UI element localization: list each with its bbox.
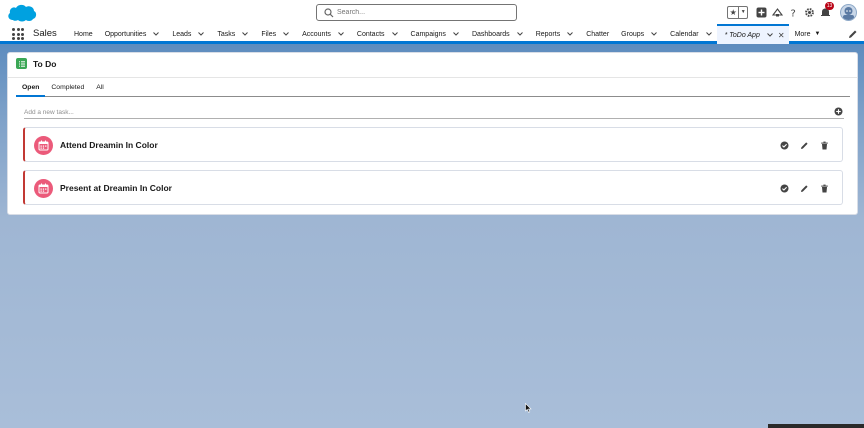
nav-items: Home Opportunities Leads Tasks Files Accounts… — [66, 24, 824, 44]
chevron-down-icon[interactable] — [391, 30, 399, 38]
delete-trash-icon[interactable] — [819, 183, 829, 193]
search-input[interactable] — [337, 7, 507, 18]
chevron-down-icon[interactable] — [766, 31, 774, 39]
nav-item-label: Opportunities — [104, 30, 147, 38]
global-search[interactable] — [316, 4, 517, 21]
delete-trash-icon[interactable] — [819, 140, 829, 150]
task-item: Attend Dreamin In Color — [23, 127, 843, 162]
trailhead-guidance-icon[interactable] — [770, 5, 784, 19]
nav-item-label: Tasks — [217, 30, 236, 38]
chevron-down-icon[interactable] — [337, 30, 345, 38]
edit-pencil-icon[interactable] — [799, 183, 809, 193]
todo-list-icon — [16, 58, 27, 69]
nav-item-label: Dashboards — [471, 30, 510, 38]
nav-item-label: Calendar — [670, 30, 699, 38]
task-item: Present at Dreamin In Color — [23, 170, 843, 205]
global-actions-icon[interactable] — [754, 5, 768, 19]
notifications-bell-icon[interactable]: 13 — [818, 2, 834, 19]
chevron-down-icon[interactable] — [241, 30, 249, 38]
tab-completed[interactable]: Completed — [45, 81, 90, 97]
event-calendar-icon — [34, 136, 53, 155]
svg-text:?: ? — [790, 8, 795, 18]
user-avatar[interactable] — [840, 3, 857, 21]
chevron-down-icon[interactable] — [152, 30, 160, 38]
favorites-list-chevron-icon[interactable]: ▼ — [739, 7, 747, 18]
favorites-group: ★ ▼ — [727, 5, 748, 19]
close-tab-icon[interactable]: ✕ — [778, 31, 785, 40]
chevron-down-icon[interactable] — [705, 30, 713, 38]
card-header: To Do — [8, 53, 857, 78]
nav-item-calendar[interactable]: Calendar — [662, 24, 716, 44]
app-launcher-icon[interactable] — [12, 28, 24, 40]
nav-item-label: Chatter — [586, 30, 610, 38]
nav-item-reports[interactable]: Reports — [528, 24, 579, 44]
chevron-down-icon[interactable] — [197, 30, 205, 38]
edit-pencil-icon[interactable] — [799, 140, 809, 150]
nav-item-files[interactable]: Files — [253, 24, 294, 44]
chevron-down-icon[interactable] — [452, 30, 460, 38]
card-title: To Do — [33, 59, 57, 69]
task-list: Attend Dreamin In Color Present at Dreami… — [23, 127, 843, 213]
edit-nav-pencil-icon[interactable] — [848, 29, 858, 39]
nav-item-label: Home — [74, 30, 93, 38]
utility-bar-edge — [768, 424, 864, 428]
nav-item-label: Accounts — [302, 30, 331, 38]
nav-item-groups[interactable]: Groups — [613, 24, 662, 44]
notification-count-badge: 13 — [825, 2, 834, 10]
task-title: Present at Dreamin In Color — [60, 183, 172, 193]
salesforce-logo-icon[interactable] — [6, 3, 38, 23]
chevron-down-icon[interactable] — [282, 30, 290, 38]
task-title: Attend Dreamin In Color — [60, 140, 158, 150]
nav-item-todo-app[interactable]: * ToDo App ✕ — [716, 24, 789, 44]
mouse-cursor-icon — [525, 402, 532, 413]
favorite-star-icon[interactable]: ★ — [728, 6, 740, 18]
nav-item-label: Reports — [535, 30, 561, 38]
tab-open[interactable]: Open — [16, 81, 46, 97]
global-header: ★ ▼ ? 13 — [0, 0, 864, 24]
nav-item-label: Files — [261, 30, 277, 38]
nav-more-menu[interactable]: More ▼ — [789, 24, 825, 44]
tab-all[interactable]: All — [90, 81, 110, 97]
complete-check-icon[interactable] — [779, 140, 789, 150]
caret-down-icon: ▼ — [814, 31, 821, 37]
app-name: Sales — [33, 28, 57, 39]
app-navigation-bar: Sales Home Opportunities Leads Tasks Files Ac… — [0, 24, 864, 44]
nav-item-accounts[interactable]: Accounts — [294, 24, 349, 44]
setup-gear-icon[interactable] — [802, 5, 816, 19]
nav-item-label: Contacts — [356, 30, 385, 38]
chevron-down-icon[interactable] — [516, 30, 524, 38]
task-filter-tabs: Open Completed All — [16, 81, 850, 97]
nav-item-opportunities[interactable]: Opportunities — [97, 24, 165, 44]
todo-card: To Do OpenCompletedAll Attend Dreamin In… — [7, 52, 858, 215]
help-icon[interactable]: ? — [786, 5, 800, 19]
nav-item-label: Groups — [621, 30, 645, 38]
nav-item-label: * ToDo App — [724, 31, 760, 39]
nav-item-dashboards[interactable]: Dashboards — [464, 24, 528, 44]
nav-item-campaigns[interactable]: Campaigns — [403, 24, 464, 44]
nav-item-contacts[interactable]: Contacts — [349, 24, 403, 44]
nav-item-label: Campaigns — [410, 30, 446, 38]
chevron-down-icon[interactable] — [566, 30, 574, 38]
add-task-icon[interactable] — [834, 107, 843, 116]
nav-item-leads[interactable]: Leads — [164, 24, 209, 44]
nav-item-home[interactable]: Home — [66, 24, 97, 44]
event-calendar-icon — [34, 179, 53, 198]
nav-item-label: Leads — [172, 30, 192, 38]
nav-more-label: More — [794, 30, 811, 38]
chevron-down-icon[interactable] — [650, 30, 658, 38]
nav-item-tasks[interactable]: Tasks — [209, 24, 253, 44]
new-task-input[interactable] — [24, 106, 844, 119]
search-icon — [324, 8, 334, 18]
nav-item-chatter[interactable]: Chatter — [578, 24, 613, 44]
complete-check-icon[interactable] — [779, 183, 789, 193]
